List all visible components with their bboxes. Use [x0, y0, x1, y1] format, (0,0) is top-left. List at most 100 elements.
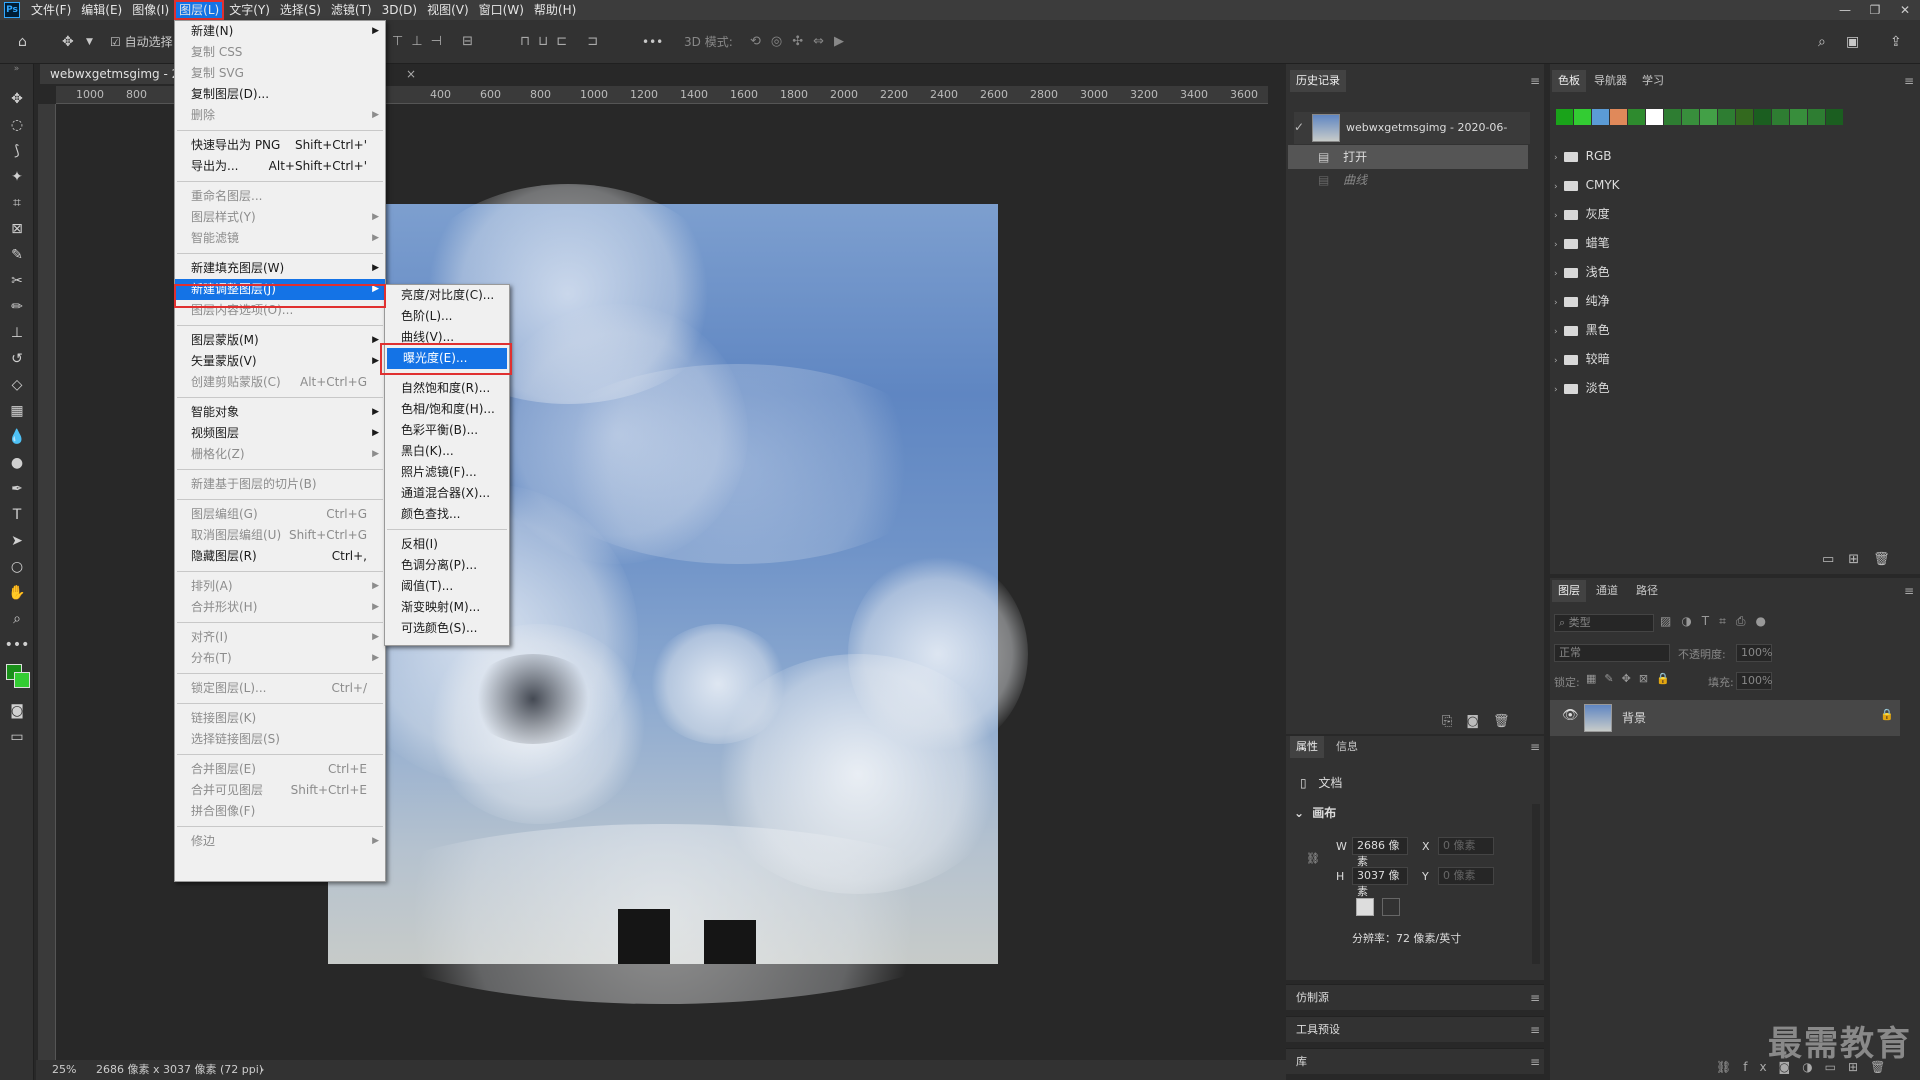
close-button[interactable]: ✕: [1890, 0, 1920, 20]
3d-tools-icons[interactable]: ⟲◎✣⇔▶: [750, 32, 854, 52]
layer-menu-item[interactable]: 新建基于图层的切片(B): [175, 474, 385, 495]
frame-tool-icon[interactable]: ⊠: [0, 216, 34, 242]
tab-learn[interactable]: 学习: [1636, 70, 1670, 92]
adjustment-menu-item[interactable]: 渐变映射(M)...: [385, 597, 509, 618]
layer-menu-item[interactable]: 图层内容选项(O)...: [175, 300, 385, 321]
stamp-tool-icon[interactable]: ⊥: [0, 320, 34, 346]
layer-filter-icons[interactable]: ▨◑T⌗⎙●: [1660, 614, 1776, 629]
menu-2[interactable]: 图像(I): [127, 0, 174, 20]
color-swatch[interactable]: [1610, 109, 1627, 125]
layer-menu-item[interactable]: 重命名图层...: [175, 186, 385, 207]
magic-wand-icon[interactable]: ✦: [0, 164, 34, 190]
color-swatch[interactable]: [1808, 109, 1825, 125]
adjustment-menu-item[interactable]: 曝光度(E)...: [387, 348, 507, 369]
swatch-group[interactable]: › 黑色: [1554, 316, 1914, 344]
menu-4[interactable]: 文字(Y): [224, 0, 275, 20]
document-info[interactable]: 2686 像素 x 3037 像素 (72 ppi): [96, 1060, 263, 1080]
layer-menu-item[interactable]: 图层编组(G) Ctrl+G: [175, 504, 385, 525]
layer-menu-item[interactable]: 选择链接图层(S): [175, 729, 385, 750]
color-swatch[interactable]: [1556, 109, 1573, 125]
layer-filter-input[interactable]: ⌕ 类型: [1554, 614, 1654, 632]
color-swatch[interactable]: [1790, 109, 1807, 125]
menu-5[interactable]: 选择(S): [275, 0, 326, 20]
layer-menu-item[interactable]: 修边 ▶: [175, 831, 385, 852]
path-select-icon[interactable]: ➤: [0, 528, 34, 554]
layer-menu-item[interactable]: 栅格化(Z) ▶: [175, 444, 385, 465]
ellipse-tool-icon[interactable]: ○: [0, 554, 34, 580]
layer-menu-item[interactable]: 排列(A) ▶: [175, 576, 385, 597]
menu-9[interactable]: 窗口(W): [474, 0, 529, 20]
landscape-orientation-button[interactable]: [1382, 898, 1400, 916]
history-actions[interactable]: ⎘◙🗑: [1442, 714, 1524, 729]
tab-properties[interactable]: 属性: [1290, 736, 1324, 758]
minimize-button[interactable]: —: [1830, 0, 1860, 20]
layer-menu-item[interactable]: 取消图层编组(U) Shift+Ctrl+G: [175, 525, 385, 546]
panel-menu-icon[interactable]: ≡: [1904, 584, 1914, 598]
more-tools-icon[interactable]: •••: [0, 632, 34, 658]
adjustment-menu-item[interactable]: 色彩平衡(B)...: [385, 420, 509, 441]
tab-navigator[interactable]: 导航器: [1588, 70, 1633, 92]
width-field[interactable]: 2686 像素: [1352, 837, 1408, 868]
lock-icons[interactable]: ▦✎✥⊠🔒: [1586, 672, 1678, 685]
lasso-tool-icon[interactable]: ⟆: [0, 138, 34, 164]
layer-menu-item[interactable]: 分布(T) ▶: [175, 648, 385, 669]
home-icon[interactable]: ⌂: [18, 32, 27, 52]
color-swatch[interactable]: [1772, 109, 1789, 125]
layer-menu-item[interactable]: 复制 SVG: [175, 63, 385, 84]
adjustment-menu-item[interactable]: 亮度/对比度(C)...: [385, 285, 509, 306]
tab-channels[interactable]: 通道: [1590, 580, 1624, 602]
adjustment-menu-item[interactable]: 颜色查找...: [385, 504, 509, 525]
adjustment-menu-item[interactable]: 可选颜色(S)...: [385, 618, 509, 639]
y-field[interactable]: 0 像素: [1438, 867, 1494, 885]
type-tool-icon[interactable]: T: [0, 502, 34, 528]
adjustment-menu-item[interactable]: 色调分离(P)...: [385, 555, 509, 576]
tab-history[interactable]: 历史记录: [1290, 70, 1346, 92]
layer-menu-item[interactable]: 新建调整图层(J) ▶: [175, 279, 385, 300]
layer-menu-item[interactable]: 拼合图像(F): [175, 801, 385, 822]
color-swatch[interactable]: [1628, 109, 1645, 125]
properties-scrollbar[interactable]: [1532, 804, 1540, 964]
healing-brush-icon[interactable]: ✂: [0, 268, 34, 294]
layer-menu-item[interactable]: 新建填充图层(W) ▶: [175, 258, 385, 279]
color-swatch[interactable]: [1574, 109, 1591, 125]
search-icon[interactable]: ⌕: [1818, 32, 1826, 52]
color-swatch[interactable]: [1718, 109, 1735, 125]
libraries-panel[interactable]: 库 ≡: [1286, 1048, 1544, 1074]
dodge-tool-icon[interactable]: ●: [0, 450, 34, 476]
collapse-icon[interactable]: »: [0, 64, 33, 86]
layer-menu-item[interactable]: 链接图层(K): [175, 708, 385, 729]
canvas-section-header[interactable]: ⌄ 画布: [1294, 804, 1336, 821]
history-step[interactable]: ▤ 曲线: [1288, 168, 1528, 192]
history-step[interactable]: ▤ 打开: [1288, 145, 1528, 169]
layer-menu-item[interactable]: 矢量蒙版(V) ▶: [175, 351, 385, 372]
align-icons[interactable]: ⊤⊥⊣ ⊟: [392, 32, 481, 52]
marquee-tool-icon[interactable]: ◌: [0, 112, 34, 138]
background-color[interactable]: [14, 672, 30, 688]
layer-menu-item[interactable]: 视频图层 ▶: [175, 423, 385, 444]
adjustment-menu-item[interactable]: 反相(I): [385, 534, 509, 555]
gradient-tool-icon[interactable]: ▦: [0, 398, 34, 424]
swatch-group[interactable]: › RGB: [1554, 142, 1914, 170]
color-swatches[interactable]: [0, 658, 33, 698]
layer-menu-item[interactable]: 删除 ▶: [175, 105, 385, 126]
hand-tool-icon[interactable]: ✋: [0, 580, 34, 606]
layer-menu-item[interactable]: 对齐(I) ▶: [175, 627, 385, 648]
tab-paths[interactable]: 路径: [1630, 580, 1664, 602]
workspace-icon[interactable]: ▣: [1846, 32, 1859, 52]
adjustment-menu-item[interactable]: 照片滤镜(F)...: [385, 462, 509, 483]
layer-menu-item[interactable]: 图层样式(Y) ▶: [175, 207, 385, 228]
link-icon[interactable]: ⛓: [1306, 852, 1320, 865]
more-options-button[interactable]: •••: [642, 32, 663, 52]
swatch-group[interactable]: › 浅色: [1554, 258, 1914, 286]
menu-8[interactable]: 视图(V): [422, 0, 474, 20]
menu-3[interactable]: 图层(L): [174, 0, 225, 20]
color-swatch[interactable]: [1754, 109, 1771, 125]
swatch-group[interactable]: › 蜡笔: [1554, 229, 1914, 257]
clone-source-panel[interactable]: 仿制源 ≡: [1286, 984, 1544, 1010]
color-swatch[interactable]: [1736, 109, 1753, 125]
adjustment-menu-item[interactable]: 通道混合器(X)...: [385, 483, 509, 504]
layer-menu-item[interactable]: 快速导出为 PNG Shift+Ctrl+': [175, 135, 385, 156]
zoom-tool-icon[interactable]: ⌕: [0, 606, 34, 632]
color-swatch[interactable]: [1682, 109, 1699, 125]
portrait-orientation-button[interactable]: [1356, 898, 1374, 916]
